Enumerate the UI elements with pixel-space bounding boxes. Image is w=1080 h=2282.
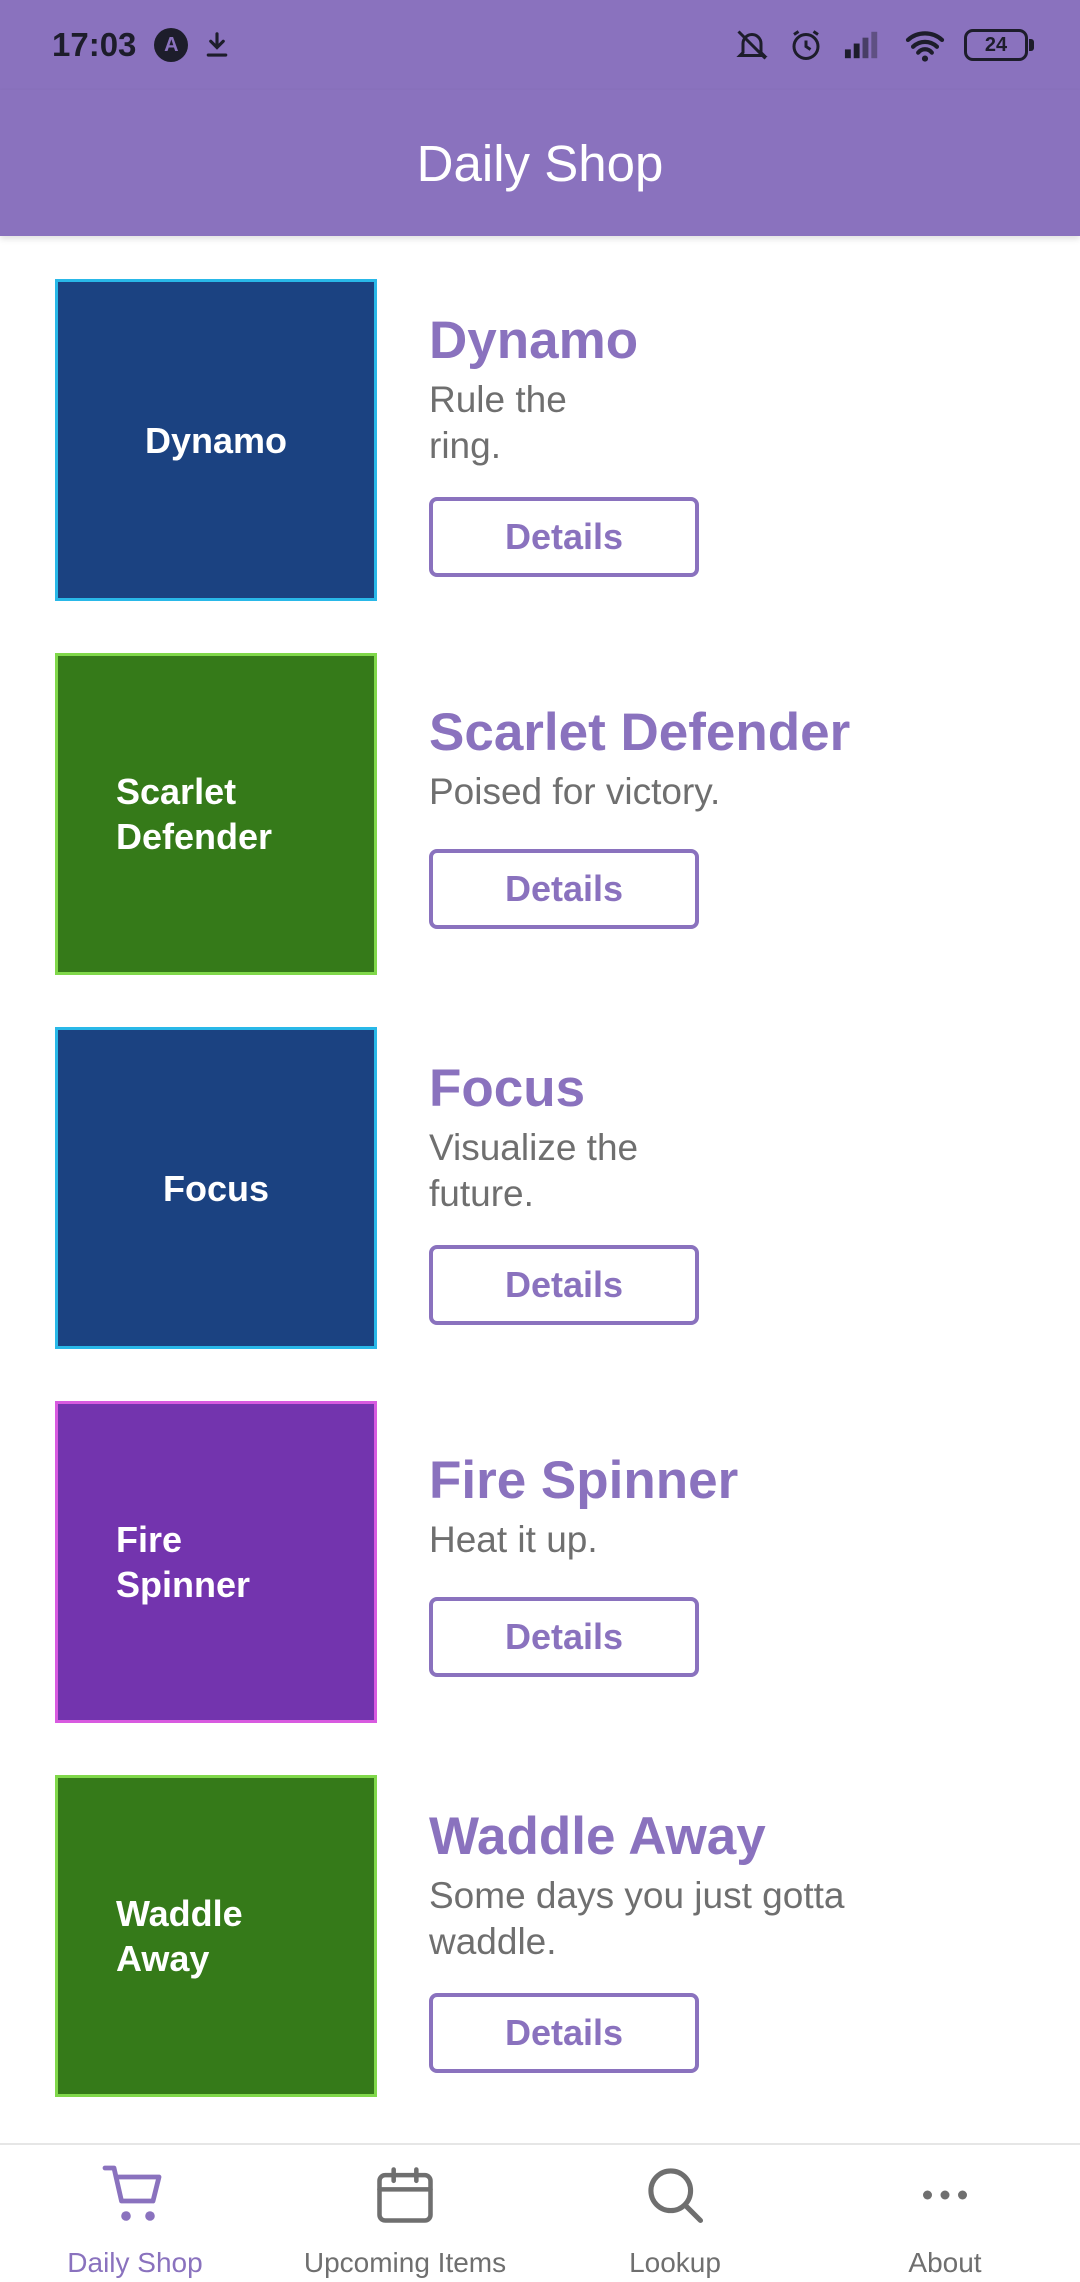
alarm-icon [792,30,820,60]
mute-icon [736,30,768,60]
list-item[interactable]: Dynamo Dynamo Rule the ring. Details [55,279,1055,609]
nav-daily-shop[interactable]: Daily Shop [0,2145,270,2282]
app-bar: Daily Shop [0,90,1080,236]
item-name: Fire Spinner [429,1451,739,1510]
details-button[interactable]: Details [429,1245,699,1325]
search-icon [639,2159,711,2231]
item-thumbnail[interactable]: Focus [55,1027,377,1349]
calendar-icon [369,2159,441,2231]
nav-label: Upcoming Items [303,2247,507,2278]
list-item[interactable]: Waddle Away Waddle Away Some days you ju… [55,1775,1055,2105]
details-button[interactable]: Details [429,497,699,577]
list-item[interactable]: Focus Focus Visualize the future. Detail… [55,1027,1055,1357]
nav-label: Lookup [629,2247,721,2278]
thumbnail-label: Fire Spinner [116,1519,251,1605]
app-notification-icon: A [154,28,189,62]
item-thumbnail[interactable]: Waddle Away [55,1775,377,2097]
item-name: Waddle Away [429,1807,766,1866]
nav-label: About [908,2247,982,2278]
thumbnail-label: Scarlet Defender [116,771,273,857]
list-item[interactable]: Scarlet Defender Scarlet Defender Poised… [55,653,1055,983]
item-thumbnail[interactable]: Dynamo [55,279,377,601]
thumbnail-label: Waddle Away [116,1893,243,1979]
nav-about[interactable]: About [810,2145,1080,2282]
item-description: Poised for victory. [429,771,721,812]
details-button[interactable]: Details [429,1597,699,1677]
bottom-navigation: Daily Shop Upcoming Items Lookup About [0,2143,1080,2282]
thumbnail-label: Focus [162,1167,269,1209]
status-bar: 17:03 A 24 [0,0,1080,90]
list-item[interactable]: Fire Spinner Fire Spinner Heat it up. De… [55,1401,1055,1731]
nav-lookup[interactable]: Lookup [540,2145,810,2282]
thumbnail-label: Dynamo [144,419,288,461]
page-title: Daily Shop [416,134,664,192]
item-name: Focus [429,1059,586,1118]
status-time: 17:03 [52,26,137,63]
item-description: Rule the ring. [429,379,567,466]
item-name: Dynamo [429,311,639,370]
item-description: Heat it up. [429,1519,598,1560]
details-button[interactable]: Details [429,849,699,929]
wifi-icon [905,31,945,62]
nav-upcoming-items[interactable]: Upcoming Items [270,2145,540,2282]
item-thumbnail[interactable]: Scarlet Defender [55,653,377,975]
details-button[interactable]: Details [429,1993,699,2073]
more-icon [909,2159,981,2231]
signal-icon [844,31,878,59]
shop-item-list[interactable]: Dynamo Dynamo Rule the ring. Details Sca… [0,236,1080,2143]
item-thumbnail[interactable]: Fire Spinner [55,1401,377,1723]
item-name: Scarlet Defender [429,703,851,762]
item-description: Visualize the future. [429,1127,639,1214]
nav-label: Daily Shop [67,2247,203,2278]
download-icon [207,32,228,57]
battery-icon: 24 [964,29,1034,61]
item-description: Some days you just gotta waddle. [429,1875,845,1962]
cart-icon [99,2159,171,2231]
